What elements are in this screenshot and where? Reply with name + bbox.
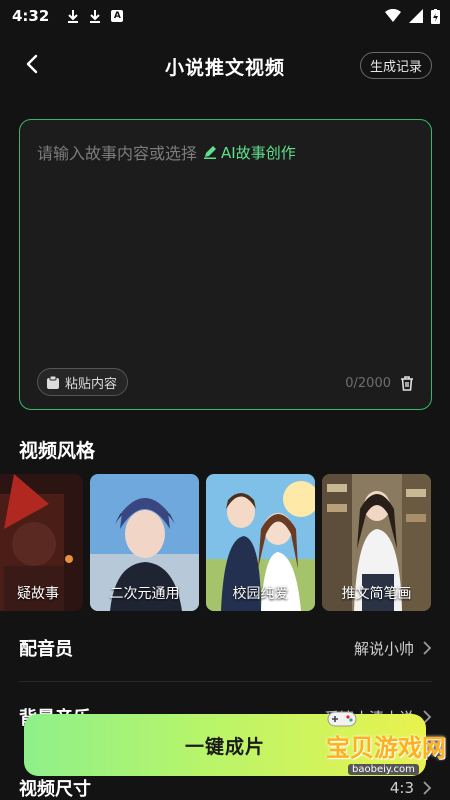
setting-label: 视频尺寸 — [19, 779, 91, 800]
a-badge-icon: A — [111, 10, 124, 22]
style-card-suspense[interactable]: 疑故事 — [0, 474, 83, 611]
setting-label: 配音员 — [19, 639, 73, 660]
voice-actor-row[interactable]: 配音员 解说小帅 — [19, 628, 432, 668]
header: 小说推文视频 生成记录 — [0, 44, 450, 86]
watermark-url: baobeiy.com — [348, 764, 419, 775]
style-carousel[interactable]: 疑故事 二次元通用 校园纯爱 推文简笔画 — [0, 474, 450, 611]
video-style-title: 视频风格 — [19, 440, 96, 462]
style-card-campus[interactable]: 校园纯爱 — [206, 474, 315, 611]
divider — [19, 681, 432, 682]
ai-story-label: AI故事创作 — [221, 143, 296, 162]
style-card-anime[interactable]: 二次元通用 — [90, 474, 199, 611]
pen-icon — [204, 146, 217, 159]
watermark-text: 宝贝游戏网 — [326, 734, 446, 762]
status-bar: 4:32 A — [0, 0, 450, 32]
style-label: 疑故事 — [17, 586, 59, 602]
chevron-right-icon — [423, 781, 432, 795]
signal-icon — [409, 9, 423, 23]
style-card-sketch[interactable]: 推文简笔画 — [322, 474, 431, 611]
paste-button[interactable]: 粘贴内容 — [37, 368, 129, 396]
gamepad-icon — [327, 711, 357, 727]
chevron-right-icon — [423, 641, 432, 655]
history-button[interactable]: 生成记录 — [359, 52, 432, 79]
paste-label: 粘贴内容 — [65, 376, 118, 392]
ai-story-link[interactable]: AI故事创作 — [203, 142, 296, 163]
download-icon — [90, 10, 101, 23]
placeholder-text: 请输入故事内容或选择 — [37, 144, 198, 163]
story-input-area[interactable]: 请输入故事内容或选择 AI故事创作 粘贴内容 0/2000 — [19, 119, 432, 410]
trash-icon[interactable] — [399, 375, 415, 391]
style-label: 二次元通用 — [109, 586, 180, 602]
battery-icon — [431, 8, 440, 24]
setting-value: 解说小帅 — [353, 639, 414, 658]
input-placeholder: 请输入故事内容或选择 AI故事创作 — [37, 140, 296, 164]
status-time: 4:32 — [12, 7, 50, 25]
clipboard-icon — [47, 375, 59, 389]
style-label: 推文简笔画 — [341, 586, 412, 602]
watermark: 宝贝游戏网 baobeiy.com — [296, 706, 446, 782]
char-count: 0/2000 — [345, 376, 391, 391]
download-icon — [68, 10, 79, 23]
wifi-icon — [385, 9, 401, 22]
style-label: 校园纯爱 — [232, 586, 289, 602]
